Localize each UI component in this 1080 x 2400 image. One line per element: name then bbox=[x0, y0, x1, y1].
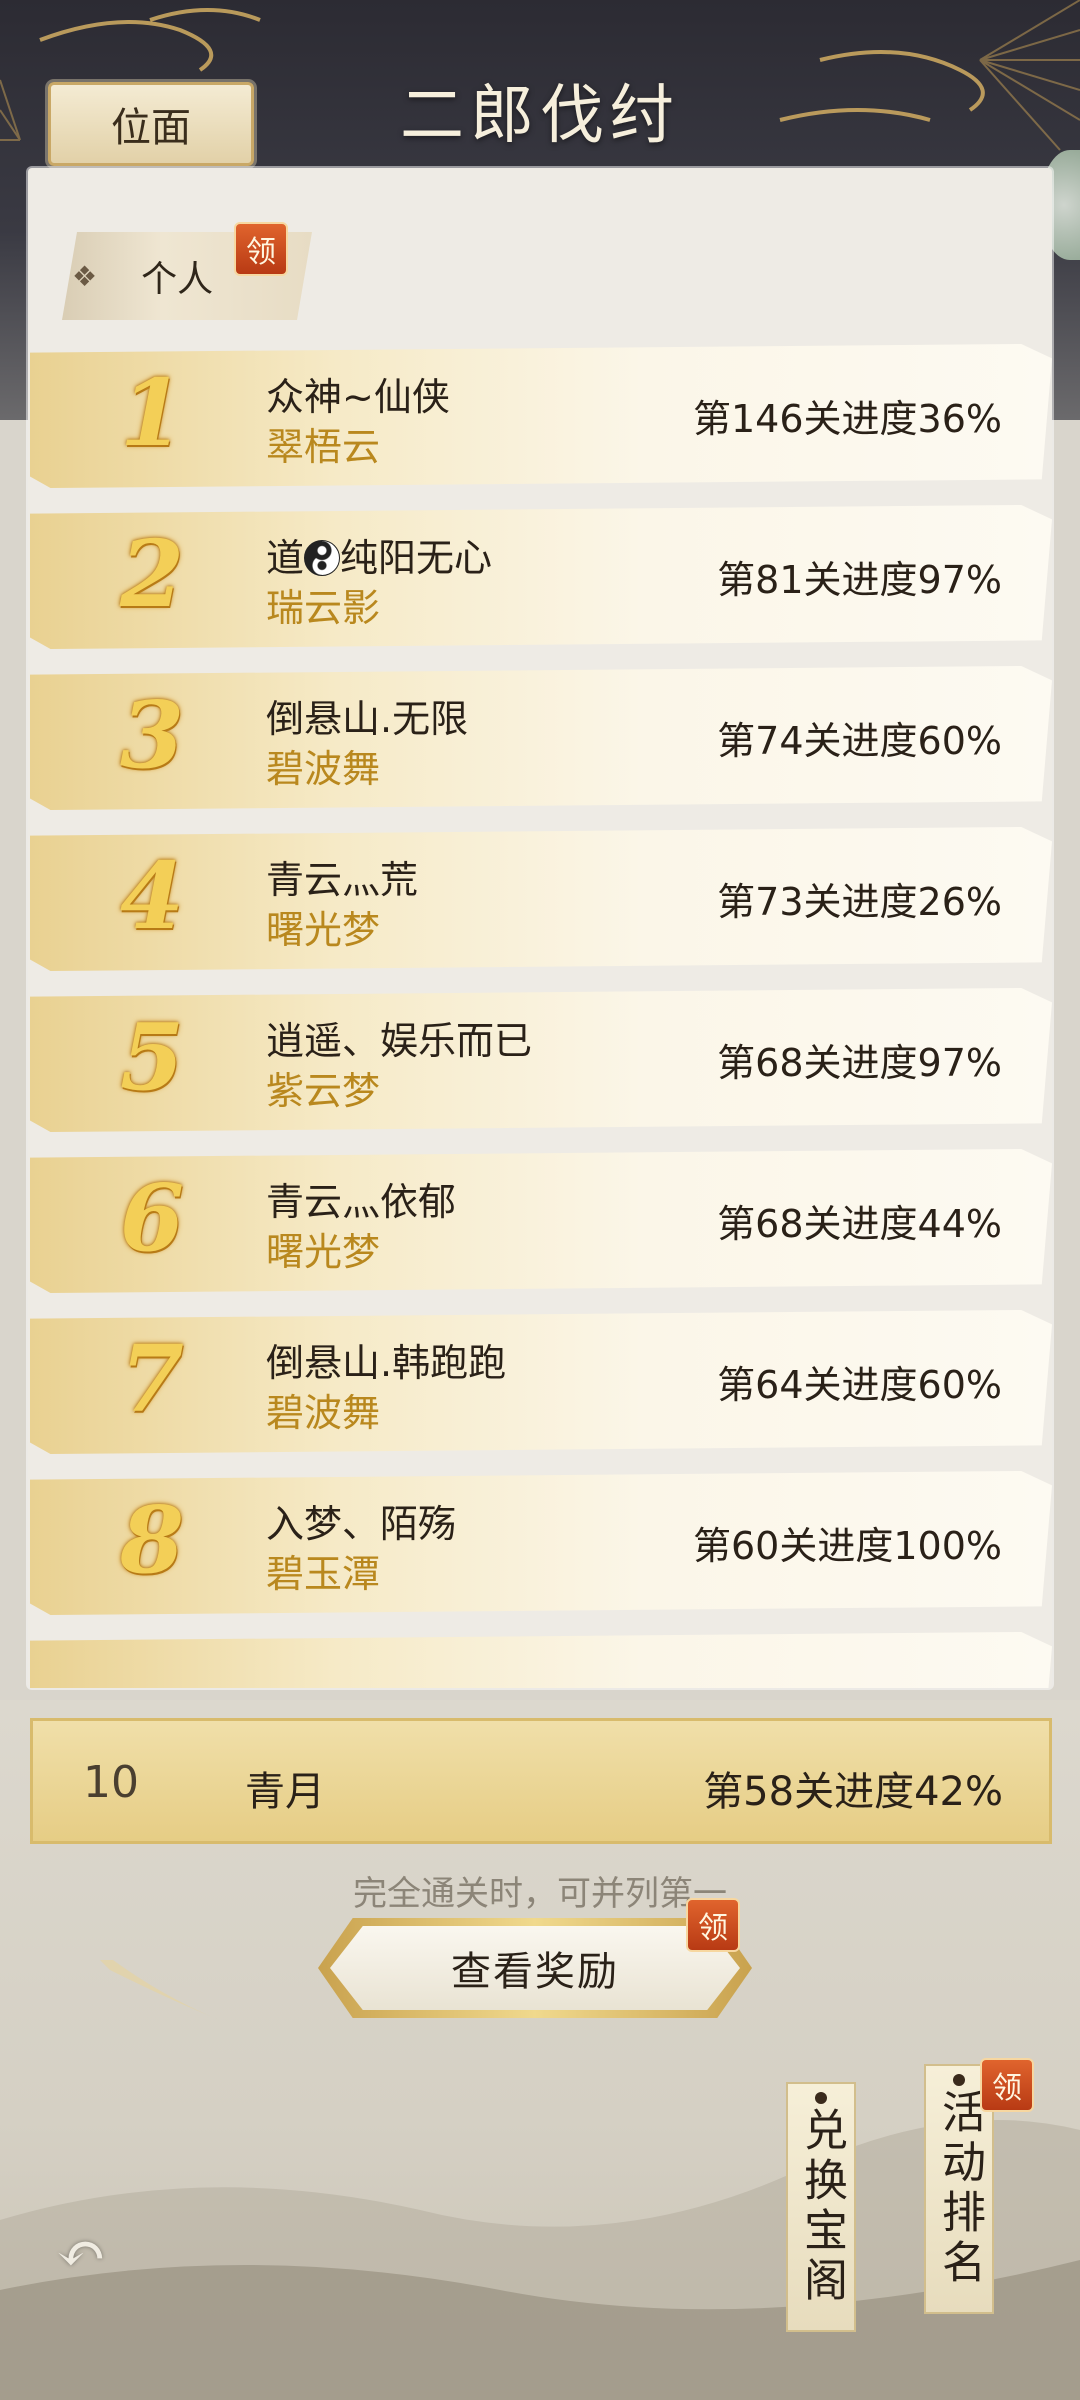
name-prefix: 道 bbox=[266, 536, 305, 580]
stage-progress: 第68关进度44% bbox=[717, 1202, 1002, 1246]
player-name: 道纯阳无心 bbox=[266, 527, 492, 582]
rank-number: 6 bbox=[119, 1164, 184, 1272]
my-rank-number: 10 bbox=[83, 1757, 139, 1808]
my-stage-progress: 第58关进度42% bbox=[703, 1769, 1003, 1815]
player-name: 逍遥、娱乐而已 bbox=[266, 1019, 533, 1063]
rank-number: 1 bbox=[119, 359, 184, 467]
server-name: 碧波舞 bbox=[266, 747, 381, 791]
rank-number: 8 bbox=[119, 1486, 184, 1594]
server-name: 紫云梦 bbox=[266, 1069, 381, 1113]
ranking-row[interactable]: 1 众神~仙侠 翠梧云 第146关进度36% bbox=[30, 344, 1052, 488]
stage-progress: 第146关进度36% bbox=[693, 397, 1002, 441]
server-name: 曙光梦 bbox=[266, 1230, 381, 1274]
player-name: 众神~仙侠 bbox=[266, 375, 450, 419]
view-rewards-button[interactable]: 查看奖励 bbox=[330, 1926, 740, 2010]
tab-label: 个人 bbox=[141, 259, 214, 300]
ranking-list[interactable]: 1 众神~仙侠 翠梧云 第146关进度36% 2 道纯阳无心 瑞云影 第81关进… bbox=[30, 344, 1052, 1688]
name-suffix: 纯阳无心 bbox=[340, 536, 493, 580]
player-name: 青云灬依郁 bbox=[266, 1180, 457, 1224]
server-name: 瑞云影 bbox=[266, 586, 381, 630]
ranking-hint: 完全通关时，可并列第一 bbox=[353, 1874, 727, 1914]
server-name: 翠梧云 bbox=[266, 425, 381, 469]
ranking-row-partial[interactable] bbox=[30, 1632, 1052, 1688]
ranking-row[interactable]: 2 道纯阳无心 瑞云影 第81关进度97% bbox=[30, 505, 1052, 649]
rank-number: 2 bbox=[119, 520, 184, 628]
ranking-row[interactable]: 8 入梦、陌殇 碧玉潭 第60关进度100% bbox=[30, 1471, 1052, 1615]
stage-progress: 第60关进度100% bbox=[693, 1524, 1002, 1568]
ranking-row[interactable]: 5 逍遥、娱乐而已 紫云梦 第68关进度97% bbox=[30, 988, 1052, 1132]
server-name: 碧玉潭 bbox=[266, 1552, 381, 1596]
claim-badge: 领 bbox=[686, 1898, 740, 1952]
claim-badge: 领 bbox=[234, 222, 288, 276]
ink-landscape-decoration bbox=[0, 1960, 1080, 2400]
server-name: 碧波舞 bbox=[266, 1391, 381, 1435]
yin-yang-icon bbox=[304, 540, 341, 576]
page-title: 二郎伐纣 bbox=[400, 79, 680, 153]
rank-number: 4 bbox=[119, 842, 184, 950]
stage-progress: 第73关进度26% bbox=[717, 880, 1002, 924]
stage-progress: 第81关进度97% bbox=[717, 558, 1002, 602]
my-player-name: 青月 bbox=[245, 1769, 325, 1815]
rank-number: 7 bbox=[119, 1325, 184, 1433]
stage-progress: 第74关进度60% bbox=[717, 719, 1002, 763]
player-name: 倒悬山.无限 bbox=[266, 697, 469, 741]
ranking-row[interactable]: 3 倒悬山.无限 碧波舞 第74关进度60% bbox=[30, 666, 1052, 810]
rank-number: 5 bbox=[119, 1003, 184, 1111]
my-rank-bar: 10 青月 第58关进度42% bbox=[30, 1718, 1052, 1844]
server-name: 曙光梦 bbox=[266, 908, 381, 952]
exchange-shop-button[interactable]: 兑换宝阁 bbox=[786, 2082, 856, 2332]
rank-number: 3 bbox=[119, 681, 184, 789]
stage-progress: 第68关进度97% bbox=[717, 1041, 1002, 1085]
player-name: 倒悬山.韩跑跑 bbox=[266, 1341, 507, 1385]
ranking-row[interactable]: 4 青云灬荒 曙光梦 第73关进度26% bbox=[30, 827, 1052, 971]
player-name: 入梦、陌殇 bbox=[266, 1502, 457, 1546]
player-name: 青云灬荒 bbox=[266, 858, 419, 902]
stage-progress: 第64关进度60% bbox=[717, 1363, 1002, 1407]
diamond-icon: ❖ bbox=[72, 259, 98, 293]
ranking-row[interactable]: 7 倒悬山.韩跑跑 碧波舞 第64关进度60% bbox=[30, 1310, 1052, 1454]
ranking-row[interactable]: 6 青云灬依郁 曙光梦 第68关进度44% bbox=[30, 1149, 1052, 1293]
back-arrow-icon[interactable]: ↶ bbox=[56, 2224, 136, 2284]
claim-badge: 领 bbox=[980, 2058, 1034, 2112]
